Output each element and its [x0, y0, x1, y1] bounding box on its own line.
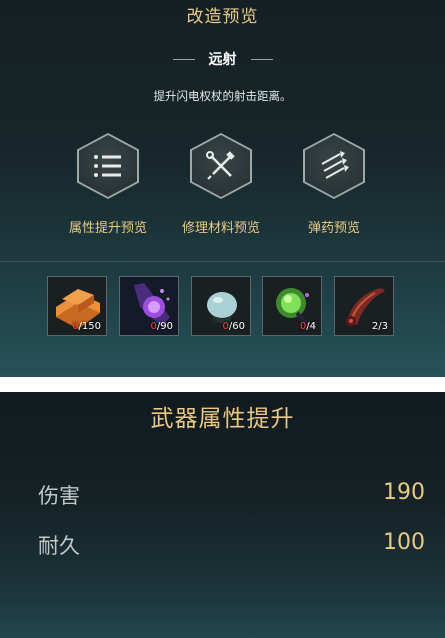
hex-frame — [190, 133, 252, 199]
material-slot-wood[interactable]: 0/150 — [47, 276, 107, 336]
divider-line-left — [172, 58, 195, 60]
material-slots: 0/150 0/90 0/60 0/4 2/3 — [0, 276, 445, 340]
hex-frame — [303, 133, 365, 199]
preview-actions: 属性提升预览 修理材料预览 弹药预览 — [0, 133, 445, 243]
repair-tools-icon — [206, 151, 235, 180]
material-slot-horn[interactable]: 2/3 — [334, 276, 394, 336]
material-need: /3 — [378, 321, 388, 332]
section-divider — [0, 261, 445, 262]
attribute-panel-title: 武器属性提升 — [150, 406, 295, 432]
weapon-attribute-panel: 武器属性提升 伤害 190 耐久 100 — [0, 392, 445, 638]
attribute-preview-label: 属性提升预览 — [68, 221, 147, 236]
list-icon — [94, 155, 121, 177]
material-slot-crystal[interactable]: 0/4 — [262, 276, 322, 336]
material-slot-mushroom[interactable]: 0/60 — [191, 276, 251, 336]
stat-row-damage: 伤害 190 — [38, 480, 425, 510]
upgrade-name: 远射 — [208, 52, 237, 68]
material-slot-potion[interactable]: 0/90 — [119, 276, 179, 336]
stat-row-durability: 耐久 100 — [38, 530, 425, 560]
attribute-preview-button[interactable]: 属性提升预览 — [43, 133, 173, 236]
panel-title: 改造预览 — [186, 7, 259, 27]
hex-frame — [77, 133, 139, 199]
upgrade-description: 提升闪电权杖的射击距离。 — [153, 89, 292, 103]
material-need: /4 — [306, 321, 316, 332]
ammo-preview-button[interactable]: 弹药预览 — [269, 133, 399, 236]
ammo-preview-label: 弹药预览 — [307, 221, 360, 236]
stat-value: 190 — [383, 480, 425, 505]
stat-name: 耐久 — [38, 534, 80, 558]
material-need: /90 — [156, 321, 173, 332]
divider-line-right — [250, 58, 273, 60]
repair-material-preview-label: 修理材料预览 — [181, 221, 260, 236]
subtitle-row: 远射 — [0, 48, 445, 70]
material-need: /150 — [78, 321, 101, 332]
material-need: /60 — [228, 321, 245, 332]
repair-material-preview-button[interactable]: 修理材料预览 — [156, 133, 286, 236]
stat-name: 伤害 — [38, 484, 80, 508]
upgrade-preview-panel: 改造预览 远射 提升闪电权杖的射击距离。 属性提升预览 修理材料预览 弹药预览 … — [0, 0, 445, 377]
arrows-icon — [321, 151, 349, 179]
stat-value: 100 — [383, 530, 425, 555]
